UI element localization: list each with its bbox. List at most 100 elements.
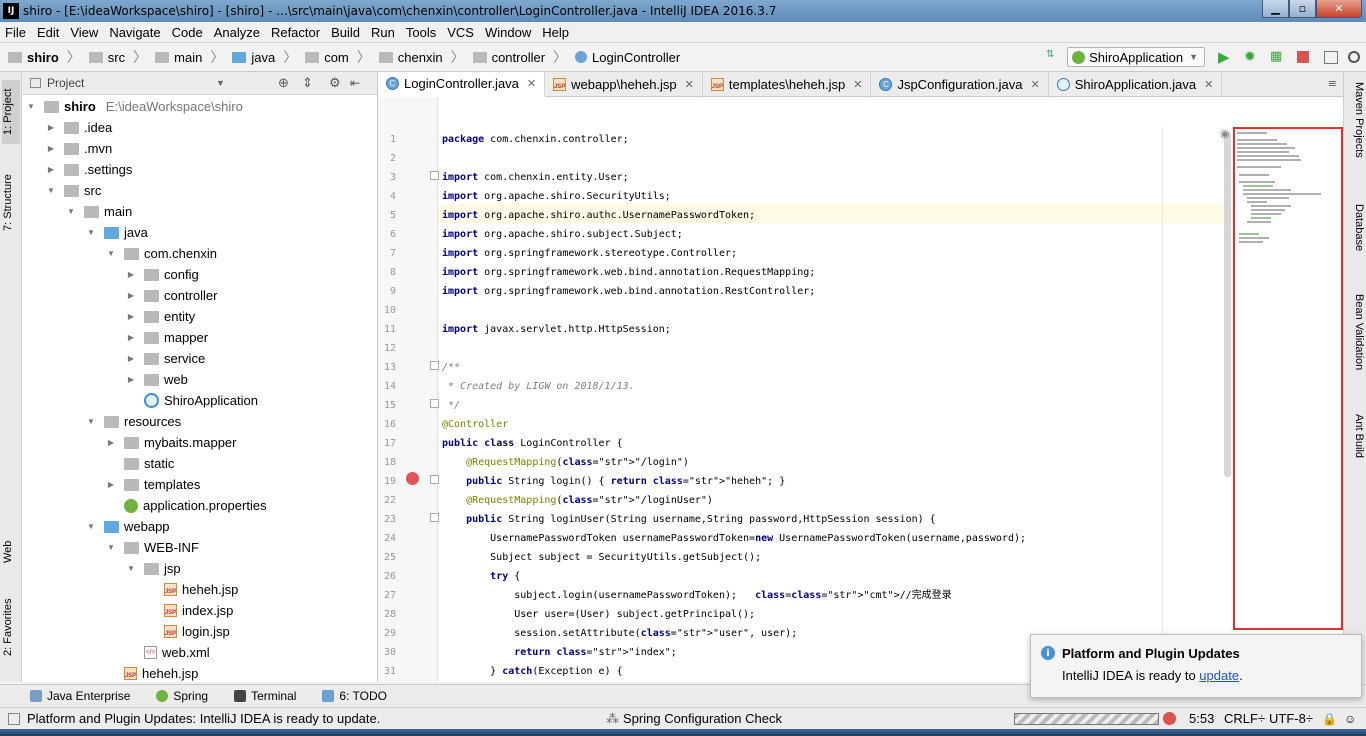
- breadcrumb-shiro[interactable]: shiro 〉: [0, 47, 81, 67]
- tab-webapp-heheh-jsp[interactable]: JSP webapp\heheh.jsp ✕: [545, 72, 703, 97]
- menu-vcs[interactable]: VCS: [442, 25, 480, 40]
- tab-jspconfiguration[interactable]: C JspConfiguration.java ✕: [871, 72, 1049, 97]
- tree-item-mybaits-mapper[interactable]: ▶ mybaits.mapper: [106, 432, 237, 453]
- status-message[interactable]: Platform and Plugin Updates: IntelliJ ID…: [27, 711, 380, 726]
- breadcrumb-java[interactable]: java 〉: [224, 47, 297, 67]
- locate-icon[interactable]: ⊕: [278, 75, 289, 91]
- tree-item-static[interactable]: static: [124, 453, 174, 474]
- toggle-tool-windows-icon[interactable]: [8, 712, 20, 725]
- tree-item-web-xml[interactable]: </> web.xml: [144, 642, 210, 663]
- tab-templates-heheh-jsp[interactable]: JSP templates\heheh.jsp ✕: [703, 72, 872, 97]
- tree-item-service[interactable]: ▶ service: [126, 348, 205, 369]
- run-icon[interactable]: ▶: [1218, 49, 1234, 65]
- menu-navigate[interactable]: Navigate: [104, 25, 166, 40]
- update-link[interactable]: update: [1199, 668, 1239, 683]
- tree-item-login-jsp[interactable]: JSP login.jsp: [164, 621, 230, 642]
- fold-icon[interactable]: [430, 361, 439, 370]
- collapse-icon[interactable]: ⇕: [302, 75, 313, 91]
- update-notification[interactable]: i Platform and Plugin Updates IntelliJ I…: [1030, 634, 1362, 698]
- tree-item-mapper[interactable]: ▶ mapper: [126, 327, 208, 348]
- breadcrumb-controller[interactable]: controller 〉: [465, 47, 567, 67]
- fold-icon[interactable]: [430, 171, 439, 180]
- stop-icon[interactable]: [1297, 51, 1309, 63]
- menu-build[interactable]: Build: [326, 25, 366, 40]
- tool-spring[interactable]: Spring: [156, 689, 208, 703]
- tree-item-templates[interactable]: ▶ templates: [106, 474, 200, 495]
- tree-item-web-inf[interactable]: ▼ WEB-INF: [106, 537, 199, 558]
- close-tab-icon[interactable]: ✕: [685, 78, 694, 91]
- tab-web[interactable]: Web: [2, 532, 20, 572]
- tree-item-shiroapplication[interactable]: ShiroApplication: [144, 390, 258, 411]
- menu-view[interactable]: View: [65, 25, 104, 40]
- tab-list-icon[interactable]: ≡: [1322, 72, 1343, 96]
- tab-database[interactable]: Database: [1347, 204, 1365, 274]
- breadcrumb-main[interactable]: main 〉: [147, 47, 224, 67]
- tree-item-application-properties[interactable]: application.properties: [124, 495, 267, 516]
- tree-item-controller[interactable]: ▶ controller: [126, 285, 218, 306]
- tab-maven-projects[interactable]: Maven Projects: [1347, 82, 1365, 182]
- inspector-icon[interactable]: ☺: [1344, 712, 1356, 726]
- tab-shiroapplication[interactable]: ShiroApplication.java ✕: [1049, 72, 1223, 97]
- menu-window[interactable]: Window: [480, 25, 537, 40]
- tree-item-idea[interactable]: ▶ .idea: [46, 117, 112, 138]
- sort-icon[interactable]: ⇅: [1046, 49, 1062, 65]
- tree-item-java[interactable]: ▼ java: [86, 222, 148, 243]
- fold-icon[interactable]: [430, 513, 439, 522]
- tree-item-heheh-jsp-root[interactable]: JSP heheh.jsp: [124, 663, 198, 682]
- tree-item-settings[interactable]: ▶ .settings: [46, 159, 133, 180]
- tree-item-config[interactable]: ▶ config: [126, 264, 199, 285]
- tab-bean-validation[interactable]: Bean Validation: [1347, 294, 1365, 394]
- hide-icon[interactable]: ⇤: [350, 76, 360, 90]
- line-separator[interactable]: CRLF÷: [1224, 711, 1265, 726]
- tree-item-main[interactable]: ▼ main: [66, 201, 132, 222]
- maximize-button[interactable]: ▫: [1289, 0, 1316, 18]
- file-encoding[interactable]: UTF-8÷: [1269, 711, 1313, 726]
- debug-icon[interactable]: ✹: [1244, 49, 1260, 65]
- menu-edit[interactable]: Edit: [32, 25, 65, 40]
- cancel-task-icon[interactable]: [1163, 712, 1176, 725]
- tab-ant-build[interactable]: Ant Build: [1347, 414, 1365, 484]
- menu-analyze[interactable]: Analyze: [209, 25, 266, 40]
- code-editor[interactable]: 1 2 3 4 5 6 7 8 9 10 11 12 13 14 15 16 17 18 19 22 23 24 25 26 2…: [378, 97, 1343, 682]
- tree-item-heheh-jsp[interactable]: JSP heheh.jsp: [164, 579, 238, 600]
- close-tab-icon[interactable]: ✕: [853, 78, 862, 91]
- tree-item-resources[interactable]: ▼ resources: [86, 411, 181, 432]
- breadcrumb-src[interactable]: src 〉: [81, 47, 147, 67]
- eye-icon[interactable]: ◉: [1220, 127, 1230, 140]
- tree-item-mvn[interactable]: ▶ .mvn: [46, 138, 112, 159]
- coverage-icon[interactable]: ▦: [1270, 49, 1286, 65]
- chevron-down-icon[interactable]: ▼: [216, 78, 225, 88]
- search-icon[interactable]: [1348, 51, 1360, 63]
- editor-scrollbar[interactable]: [1224, 132, 1231, 477]
- tree-item-webapp[interactable]: ▼ webapp: [86, 516, 170, 537]
- menu-code[interactable]: Code: [167, 25, 209, 40]
- tree-item-index-jsp[interactable]: JSP index.jsp: [164, 600, 233, 621]
- tree-item-shiro[interactable]: ▼ shiro E:\ideaWorkspace\shiro: [26, 96, 243, 117]
- tab-favorites[interactable]: 2: Favorites: [2, 592, 20, 662]
- tool-terminal[interactable]: Terminal: [234, 689, 296, 703]
- tab-structure[interactable]: 7: Structure: [2, 164, 20, 242]
- tree-item-jsp[interactable]: ▼ jsp: [126, 558, 181, 579]
- close-tab-icon[interactable]: ✕: [1030, 78, 1039, 91]
- background-task-label[interactable]: Spring Configuration Check: [623, 711, 782, 726]
- breadcrumb-com[interactable]: com 〉: [297, 47, 371, 67]
- menu-file[interactable]: File: [0, 25, 32, 40]
- breadcrumb-chenxin[interactable]: chenxin 〉: [371, 47, 465, 67]
- minimize-button[interactable]: ▁: [1262, 0, 1289, 18]
- close-tab-icon[interactable]: ✕: [527, 77, 536, 90]
- tree-item-com-chenxin[interactable]: ▼ com.chenxin: [106, 243, 217, 264]
- breakpoint-icon[interactable]: [406, 472, 419, 485]
- tab-project[interactable]: 1: Project: [2, 80, 20, 144]
- breadcrumb-logincontroller[interactable]: LoginController: [567, 50, 680, 65]
- menu-tools[interactable]: Tools: [401, 25, 442, 40]
- menu-run[interactable]: Run: [366, 25, 401, 40]
- close-button[interactable]: ✕: [1316, 0, 1362, 18]
- run-configuration-select[interactable]: ShiroApplication ▼: [1067, 47, 1205, 67]
- project-structure-icon[interactable]: [1324, 50, 1338, 64]
- tree-item-web[interactable]: ▶ web: [126, 369, 188, 390]
- tab-logincontroller[interactable]: C LoginController.java ✕: [378, 72, 546, 97]
- code-minimap-highlight[interactable]: [1233, 127, 1343, 630]
- fold-icon[interactable]: [430, 399, 439, 408]
- tool-java-enterprise[interactable]: Java Enterprise: [30, 689, 130, 703]
- close-tab-icon[interactable]: ✕: [1204, 78, 1213, 91]
